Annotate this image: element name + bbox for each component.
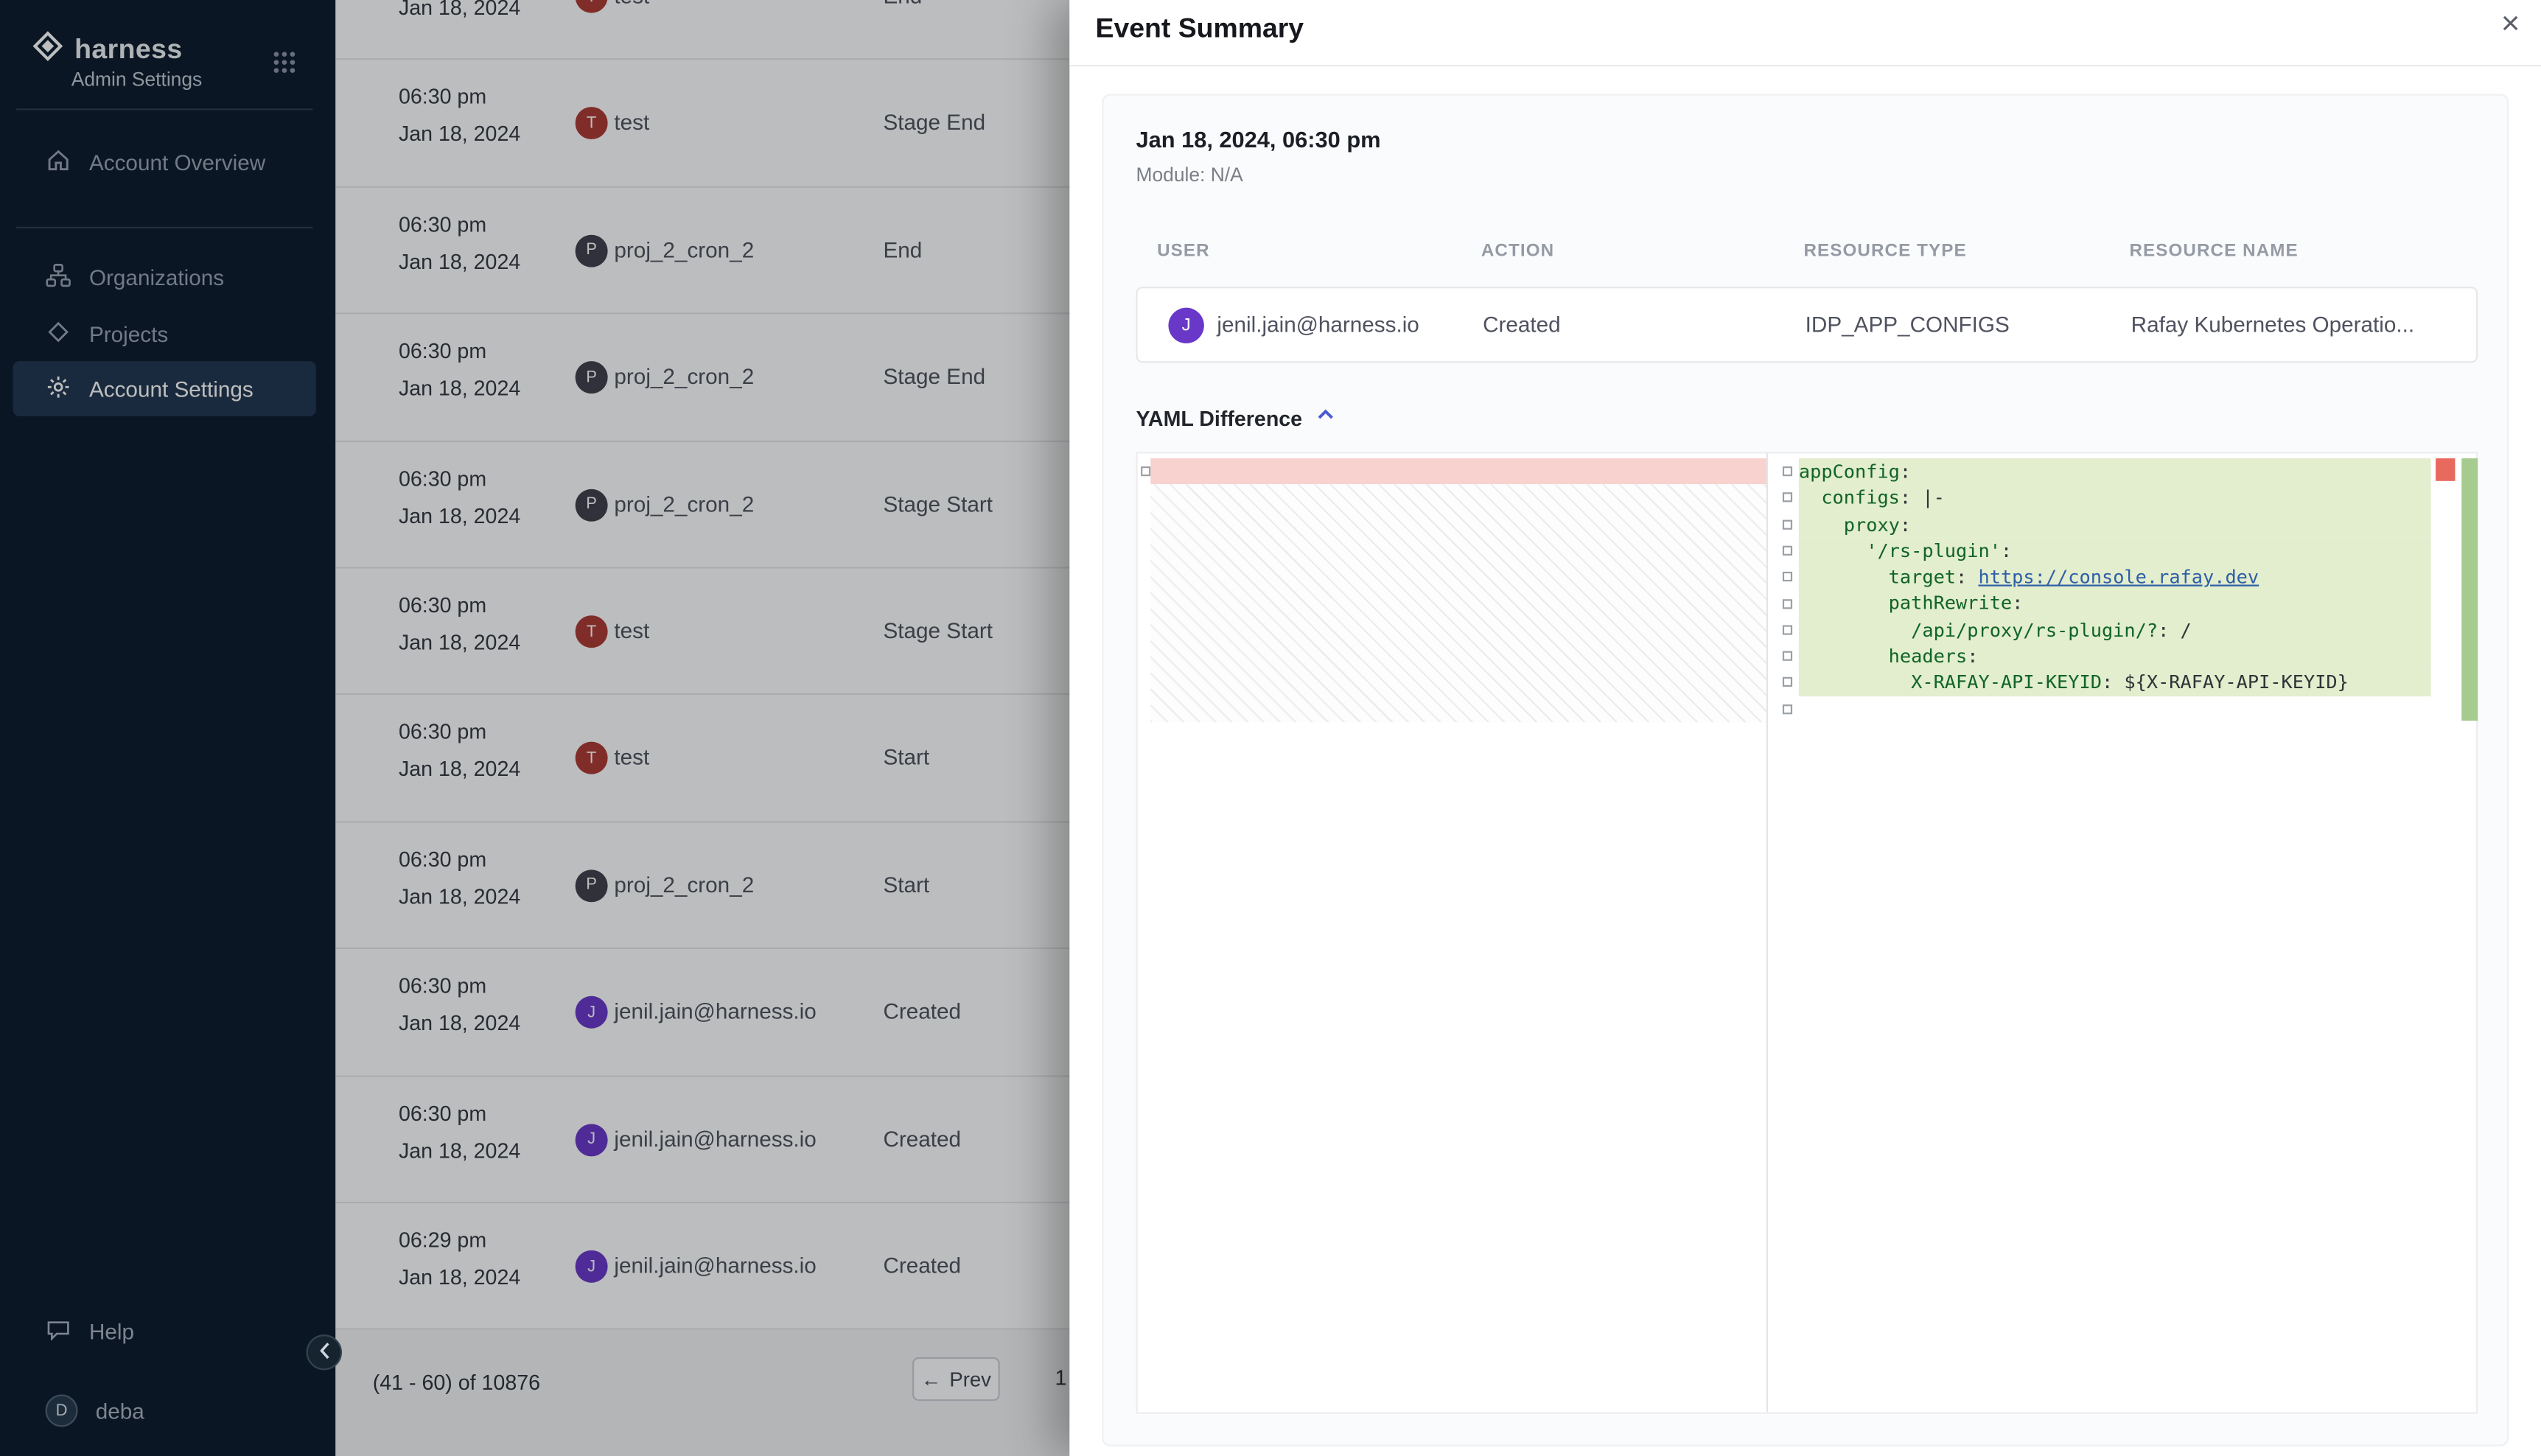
overview-ruler-removed-mark xyxy=(2436,458,2455,481)
event-module: Module: N/A xyxy=(1136,164,1242,186)
diff-marker-square xyxy=(1783,572,1792,581)
yaml-key: appConfig xyxy=(1799,460,1900,483)
diff-pane-divider xyxy=(1766,453,1768,1412)
diff-added-line: '/rs-plugin': xyxy=(1799,537,2431,564)
yaml-key: headers xyxy=(1799,645,1967,668)
close-icon[interactable]: × xyxy=(2501,8,2520,41)
diff-marker-square xyxy=(1783,704,1792,713)
diff-marker-square xyxy=(1783,598,1792,608)
column-header-resource-name: RESOURCE NAME xyxy=(2129,242,2298,261)
yaml-key: /api/proxy/rs-plugin/? xyxy=(1799,618,2158,641)
diff-marker-square xyxy=(1783,519,1792,529)
yaml-link[interactable]: https://console.rafay.dev xyxy=(1979,566,2259,589)
yaml-key: pathRewrite xyxy=(1799,592,2012,615)
chevron-left-icon xyxy=(317,1340,332,1365)
event-datetime: Jan 18, 2024, 06:30 pm xyxy=(1136,126,1380,152)
diff-added-line: target: https://console.rafay.dev xyxy=(1799,564,2431,590)
diff-added-line: X-RAFAY-API-KEYID: ${X-RAFAY-API-KEYID} xyxy=(1799,670,2431,696)
sidebar-collapse-button[interactable] xyxy=(307,1334,342,1370)
event-avatar: J xyxy=(1168,308,1203,343)
event-table-row: J jenil.jain@harness.io Created IDP_APP_… xyxy=(1136,287,2478,363)
yaml-key: X-RAFAY-API-KEYID xyxy=(1799,671,2102,694)
diff-marker-square xyxy=(1783,466,1792,476)
column-header-action: ACTION xyxy=(1481,242,1554,261)
diff-added-line: configs: |- xyxy=(1799,485,2431,511)
diff-empty-hatch-region xyxy=(1150,484,1766,722)
yaml-difference-label: YAML Difference xyxy=(1136,406,1302,430)
diff-added-line: appConfig: xyxy=(1799,458,2431,485)
diff-added-line: proxy: xyxy=(1799,511,2431,538)
event-summary-drawer: Event Summary × Jan 18, 2024, 06:30 pm M… xyxy=(1069,0,2541,1456)
yaml-diff-editor[interactable]: appConfig: configs: |- proxy: '/rs-plugi… xyxy=(1136,452,2478,1414)
yaml-key: '/rs-plugin' xyxy=(1799,539,2001,562)
diff-added-lines: appConfig: configs: |- proxy: '/rs-plugi… xyxy=(1799,458,2431,696)
drawer-title: Event Summary xyxy=(1096,13,1304,46)
event-card: Jan 18, 2024, 06:30 pm Module: N/A USER … xyxy=(1102,94,2509,1446)
diff-removed-line xyxy=(1150,458,1766,484)
chevron-up-icon[interactable] xyxy=(1315,403,1335,433)
modal-overlay[interactable] xyxy=(0,0,1069,1456)
diff-marker-square xyxy=(1783,625,1792,634)
diff-marker-square xyxy=(1141,466,1150,476)
drawer-header: Event Summary × xyxy=(1069,0,2541,66)
diff-marker-square xyxy=(1783,545,1792,555)
event-resource-type: IDP_APP_CONFIGS xyxy=(1806,312,2010,337)
diff-added-line: /api/proxy/rs-plugin/?: / xyxy=(1799,617,2431,643)
column-header-resource-type: RESOURCE TYPE xyxy=(1803,242,1966,261)
diff-added-line: headers: xyxy=(1799,643,2431,670)
overview-ruler-added-mark[interactable] xyxy=(2461,458,2478,721)
page: harness Admin Settings Account Overview xyxy=(0,0,2541,1456)
yaml-key: configs xyxy=(1799,486,1900,509)
diff-added-line: pathRewrite: xyxy=(1799,590,2431,617)
event-resource-name: Rafay Kubernetes Operatio... xyxy=(2131,312,2415,337)
diff-marker-square xyxy=(1783,493,1792,503)
event-user: jenil.jain@harness.io xyxy=(1217,312,1419,337)
diff-marker-square xyxy=(1783,678,1792,687)
column-header-user: USER xyxy=(1157,242,1210,261)
yaml-difference-section: YAML Difference xyxy=(1136,403,1335,433)
yaml-key: proxy xyxy=(1799,513,1900,536)
event-action: Created xyxy=(1483,312,1561,337)
diff-marker-square xyxy=(1783,651,1792,661)
yaml-key: target xyxy=(1799,566,1956,589)
